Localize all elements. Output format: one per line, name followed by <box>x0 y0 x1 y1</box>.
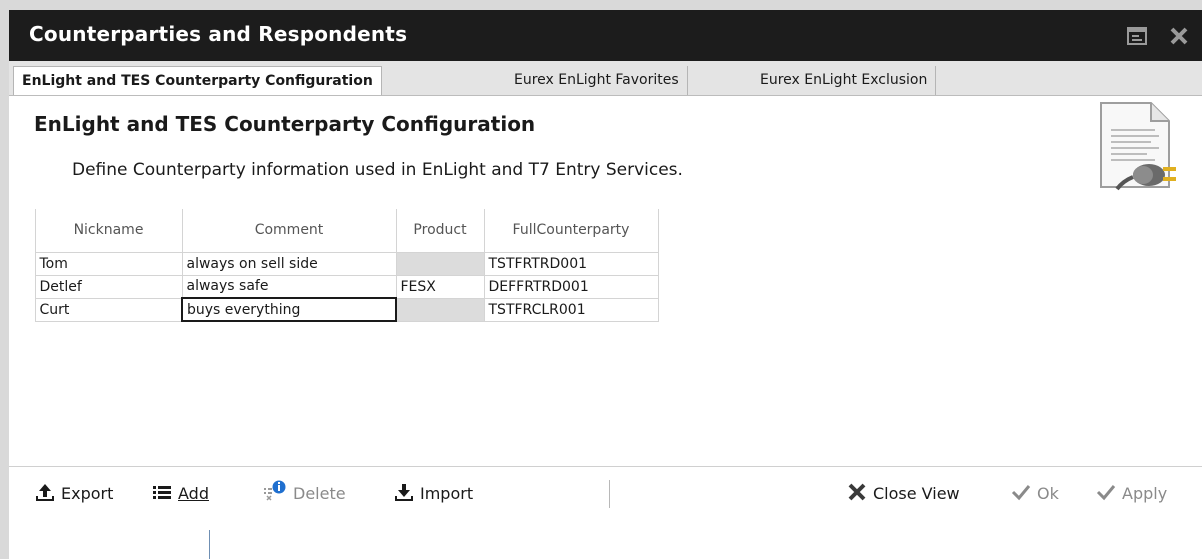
table-header-row: Nickname Comment Product FullCounterpart… <box>18 209 659 253</box>
column-header-product[interactable]: Product <box>396 209 485 253</box>
cell-nickname[interactable]: Tom <box>34 251 183 276</box>
apply-label: Apply <box>1122 484 1168 503</box>
apply-button[interactable]: Apply <box>1096 480 1167 508</box>
close-x-icon <box>848 483 866 501</box>
toolbar-divider <box>9 466 1202 467</box>
counterparty-table: Nickname Comment Product FullCounterpart… <box>18 209 659 322</box>
ok-label: Ok <box>1037 484 1059 503</box>
document-plug-icon <box>1097 101 1181 193</box>
close-icon[interactable] <box>1169 27 1189 45</box>
tab-enlight-favorites[interactable]: Eurex EnLight Favorites <box>506 66 688 95</box>
cell-nickname[interactable]: Detlef <box>34 274 183 299</box>
dock-icon[interactable] <box>1127 27 1147 45</box>
add-button[interactable]: Add <box>152 480 209 508</box>
column-header-fullcounterparty[interactable]: FullCounterparty <box>484 209 659 253</box>
column-header-comment[interactable]: Comment <box>182 209 397 253</box>
tab-enlight-exclusion[interactable]: Eurex EnLight Exclusion <box>752 66 937 95</box>
tab-counterparty-configuration[interactable]: EnLight and TES Counterparty Configurati… <box>13 66 382 95</box>
delete-button[interactable]: Delete <box>263 480 346 508</box>
close-view-button[interactable]: Close View <box>847 480 960 508</box>
row-header[interactable] <box>18 298 36 321</box>
cell-comment[interactable]: always safe <box>181 274 397 299</box>
cell-fullcounterparty[interactable]: TSTFRCLR001 <box>483 297 659 322</box>
table-row[interactable]: Detlef always safe FESX DEFFRTRD001 <box>18 274 659 299</box>
import-button[interactable]: Import <box>394 480 473 508</box>
add-list-icon <box>153 486 171 499</box>
window-title: Counterparties and Respondents <box>29 22 408 46</box>
cell-product[interactable] <box>395 297 485 322</box>
table-row[interactable]: Curt buys everything TSTFRCLR001 <box>18 297 659 322</box>
cell-nickname[interactable]: Curt <box>34 297 183 322</box>
checkmark-icon <box>1011 485 1031 501</box>
delete-list-icon <box>264 480 286 501</box>
page-description: Define Counterparty information used in … <box>72 160 683 180</box>
text-cursor-line <box>209 530 210 559</box>
cell-fullcounterparty[interactable]: TSTFRTRD001 <box>483 251 659 276</box>
column-header-nickname[interactable]: Nickname <box>35 209 183 253</box>
export-label: Export <box>61 484 114 503</box>
download-arrow-icon <box>395 484 413 501</box>
cell-comment-editing[interactable]: buys everything <box>181 297 397 322</box>
toolbar-separator <box>609 480 610 508</box>
checkmark-icon <box>1096 485 1116 501</box>
row-header[interactable] <box>18 275 36 298</box>
cell-fullcounterparty[interactable]: DEFFRTRD001 <box>483 274 659 299</box>
cell-product[interactable] <box>395 251 485 276</box>
window-titlebar: Counterparties and Respondents <box>9 10 1202 61</box>
upload-arrow-icon <box>36 484 54 501</box>
delete-label: Delete <box>293 484 346 503</box>
ok-button[interactable]: Ok <box>1011 480 1059 508</box>
cell-product[interactable]: FESX <box>395 274 485 299</box>
page-title: EnLight and TES Counterparty Configurati… <box>34 112 536 136</box>
counterparties-window: Counterparties and Respondents EnLight a… <box>9 10 1202 559</box>
row-header[interactable] <box>18 252 36 275</box>
add-label: Add <box>178 484 209 503</box>
import-label: Import <box>420 484 474 503</box>
export-button[interactable]: Export <box>35 480 113 508</box>
close-view-label: Close View <box>873 484 960 503</box>
row-header-corner <box>18 209 36 252</box>
tab-bar: EnLight and TES Counterparty Configurati… <box>9 61 1202 96</box>
cell-comment[interactable]: always on sell side <box>181 251 397 276</box>
table-row[interactable]: Tom always on sell side TSTFRTRD001 <box>18 251 659 276</box>
